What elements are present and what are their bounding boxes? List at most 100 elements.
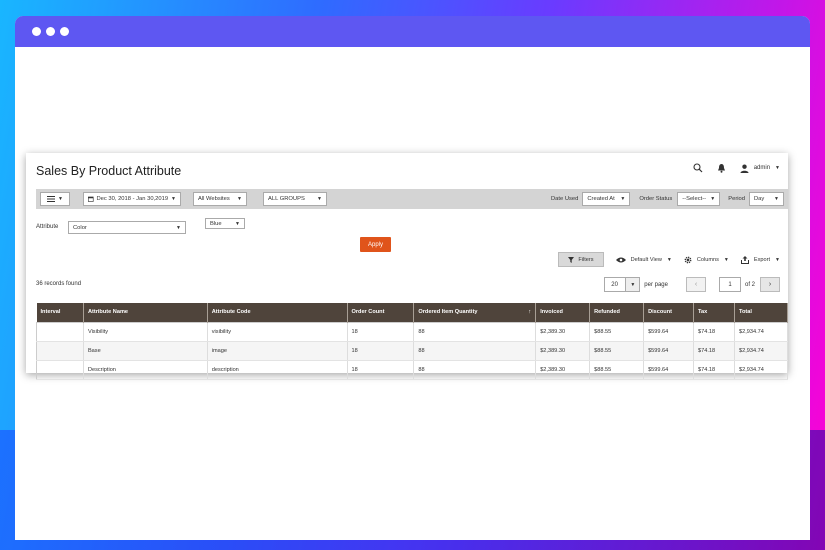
attribute-select[interactable]: Color ▼ (68, 221, 186, 234)
chevron-down-icon: ▼ (630, 281, 636, 288)
period-value: Day (754, 196, 765, 202)
window-titlebar (15, 16, 810, 47)
per-page-input[interactable]: 20 (604, 277, 627, 292)
column-header[interactable]: Tax (693, 303, 735, 322)
column-header[interactable]: Total (734, 303, 789, 322)
period-select[interactable]: Day ▼ (749, 192, 784, 206)
website-select[interactable]: All Websites ▼ (193, 192, 247, 206)
chevron-down-icon: ▼ (710, 196, 716, 202)
table-cell: $88.55 (589, 341, 645, 361)
column-header[interactable]: Interval (36, 303, 84, 322)
table-cell: 88 (413, 341, 537, 361)
chevron-down-icon: ▼ (620, 196, 626, 202)
column-header[interactable]: Invoiced (535, 303, 591, 322)
color-value: Blue (210, 220, 222, 227)
export-label: Export (753, 256, 771, 263)
chevron-down-icon: ▼ (58, 196, 63, 202)
table-cell: $88.55 (589, 360, 645, 380)
prev-page-button[interactable]: ‹ (685, 277, 706, 292)
columns-button[interactable]: Columns ▼ (684, 256, 729, 264)
table-cell: $2,934.74 (734, 322, 789, 342)
date-used-select[interactable]: Created At ▼ (582, 192, 631, 206)
order-status-select[interactable]: --Select-- ▼ (677, 192, 721, 206)
columns-label: Columns (696, 256, 719, 263)
attribute-value: Color (73, 224, 87, 231)
column-header[interactable]: Attribute Code (207, 303, 348, 322)
report-toolbar: ▼ Dec 30, 2018 - Jan 30,2019 ▼ All Websi… (36, 189, 788, 209)
default-view-label: Default View (630, 256, 662, 263)
column-header[interactable]: Discount (643, 303, 695, 322)
total-pages: of 2 (744, 281, 755, 288)
table-cell: $2,934.74 (734, 360, 789, 380)
report-table: Interval Attribute Name Attribute Code O… (36, 303, 789, 380)
browser-window: Sales By Product Attribute admin ▼ ▼ Dec… (15, 16, 810, 540)
window-dot-icon (60, 27, 69, 36)
chevron-down-icon: ▼ (317, 196, 322, 202)
eye-icon (615, 257, 626, 262)
table-cell: $599.64 (643, 322, 695, 342)
column-header-sorted[interactable]: Ordered Item Quantity ↑ (413, 303, 537, 322)
filters-label: Filters (578, 256, 594, 263)
page-title: Sales By Product Attribute (36, 164, 182, 178)
date-used-value: Created At (587, 196, 615, 202)
table-cell: 18 (347, 322, 415, 342)
chevron-down-icon: ▼ (176, 224, 181, 231)
bell-icon[interactable] (717, 163, 726, 173)
window-dot-icon (46, 27, 55, 36)
group-select[interactable]: ALL GROUPS ▼ (263, 192, 327, 206)
order-status-value: --Select-- (682, 196, 707, 202)
table-cell (36, 360, 84, 380)
user-icon (740, 164, 749, 173)
column-header[interactable]: Refunded (589, 303, 645, 322)
search-icon[interactable] (693, 163, 703, 173)
funnel-icon (568, 256, 575, 263)
calendar-icon (88, 196, 94, 202)
chevron-down-icon: ▼ (723, 256, 729, 263)
export-icon (740, 255, 749, 264)
table-cell: $599.64 (643, 360, 695, 380)
table-cell: $2,389.30 (535, 322, 591, 342)
table-cell: $74.18 (693, 322, 735, 342)
table-cell: 18 (347, 360, 415, 380)
user-menu[interactable]: admin ▼ (740, 164, 780, 173)
table-header-row: Interval Attribute Name Attribute Code O… (36, 303, 789, 322)
user-name: admin (753, 165, 771, 171)
chevron-down-icon: ▼ (237, 196, 242, 202)
sort-arrow-icon: ↑ (528, 309, 532, 316)
menu-button[interactable]: ▼ (40, 192, 70, 206)
website-value: All Websites (198, 196, 230, 202)
per-page-dropdown[interactable]: ▼ (626, 277, 641, 292)
default-view-button[interactable]: Default View ▼ (615, 256, 672, 263)
order-status-label: Order Status (639, 196, 673, 202)
header-icons: admin ▼ (693, 163, 780, 173)
apply-button[interactable]: Apply (360, 237, 391, 252)
table-row: Visibility visibility 18 88 $2,389.30 $8… (36, 322, 789, 342)
report-panel: Sales By Product Attribute admin ▼ ▼ Dec… (26, 153, 789, 380)
page-number-input[interactable]: 1 (718, 277, 741, 292)
table-cell: 18 (347, 341, 415, 361)
chevron-down-icon: ▼ (171, 196, 176, 202)
column-header[interactable]: Order Count (347, 303, 415, 322)
column-header[interactable]: Attribute Name (83, 303, 208, 322)
date-used-label: Date Used (550, 196, 579, 202)
table-cell: 88 (413, 322, 537, 342)
column-header-label: Ordered Item Quantity (418, 309, 478, 316)
table-row: Description description 18 88 $2,389.30 … (36, 360, 789, 380)
date-range-picker[interactable]: Dec 30, 2018 - Jan 30,2019 ▼ (83, 192, 181, 206)
table-row: Base image 18 88 $2,389.30 $88.55 $599.6… (36, 341, 789, 361)
color-value-select[interactable]: Blue ▼ (205, 218, 245, 229)
grid-actions: Filters Default View ▼ Columns ▼ Export … (558, 252, 780, 267)
chevron-down-icon: ▼ (775, 256, 780, 263)
hamburger-icon (47, 196, 56, 202)
export-button[interactable]: Export ▼ (740, 255, 780, 264)
chevron-right-icon: › (768, 281, 772, 288)
per-page-label: per page (644, 281, 668, 288)
table-cell: 88 (413, 360, 537, 380)
chevron-down-icon: ▼ (774, 196, 779, 202)
next-page-button[interactable]: › (760, 277, 780, 292)
table-cell: Visibility (83, 322, 208, 342)
filters-button[interactable]: Filters (558, 252, 604, 267)
table-cell: $2,934.74 (734, 341, 789, 361)
table-cell (36, 341, 84, 361)
date-range-value: Dec 30, 2018 - Jan 30,2019 (96, 196, 169, 202)
